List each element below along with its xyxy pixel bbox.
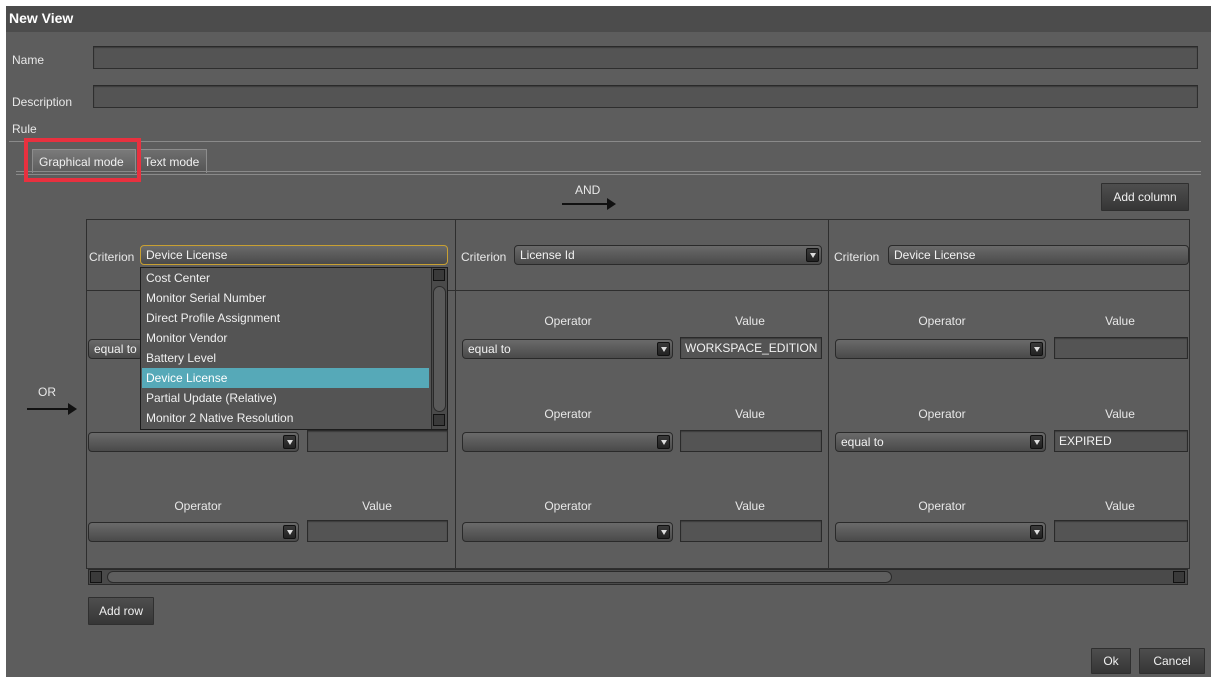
criterion-value: License Id (520, 248, 575, 262)
ok-button[interactable]: Ok (1091, 648, 1131, 674)
value-header: Value (362, 499, 392, 513)
value-input-col2-row2[interactable] (680, 430, 822, 452)
column-divider (828, 219, 829, 569)
operator-select-col2-row3[interactable] (462, 522, 673, 542)
scroll-up-icon[interactable] (433, 269, 445, 281)
value-input-col3-row2[interactable]: EXPIRED (1054, 430, 1188, 452)
value-input-col3-row1[interactable] (1054, 337, 1188, 359)
criterion-label: Criterion (834, 250, 880, 264)
operator-select-col2-row2[interactable] (462, 432, 673, 452)
chevron-down-icon[interactable] (657, 435, 670, 449)
highlight-box (24, 138, 141, 182)
column-divider (455, 219, 456, 569)
tab-text-mode[interactable]: Text mode (137, 149, 207, 173)
criterion-dropdown-list[interactable]: Cost Center Monitor Serial Number Direct… (140, 267, 448, 430)
criterion-value: Device License (894, 248, 976, 262)
operator-select-col2-row1[interactable]: equal to (462, 339, 673, 359)
value-input-col2-row3[interactable] (680, 520, 822, 542)
operator-header: Operator (544, 407, 592, 421)
rule-label: Rule (12, 122, 37, 136)
operator-select-col1-row3[interactable] (88, 522, 299, 542)
chevron-down-icon[interactable] (1030, 435, 1043, 449)
and-arrow-icon (562, 198, 616, 210)
add-row-button[interactable]: Add row (88, 597, 154, 625)
criterion-select-col1[interactable]: Device License (140, 245, 448, 265)
operator-select-col3-row2[interactable]: equal to (835, 432, 1046, 452)
horizontal-scrollbar[interactable] (88, 569, 1188, 585)
cancel-button[interactable]: Cancel (1139, 648, 1205, 674)
operator-header: Operator (918, 499, 966, 513)
dropdown-option[interactable]: Monitor Serial Number (142, 288, 429, 308)
name-label: Name (12, 53, 45, 67)
criterion-label: Criterion (89, 250, 135, 264)
dropdown-option-selected[interactable]: Device License (142, 368, 429, 388)
scroll-down-icon[interactable] (433, 414, 445, 426)
chevron-down-icon[interactable] (1030, 525, 1043, 539)
operator-select-col3-row3[interactable] (835, 522, 1046, 542)
criterion-select-col3[interactable]: Device License (888, 245, 1189, 265)
operator-header: Operator (544, 499, 592, 513)
dropdown-option[interactable]: Monitor 2 Native Resolution (142, 408, 429, 428)
and-label: AND (575, 183, 601, 197)
chevron-down-icon[interactable] (657, 342, 670, 356)
description-input[interactable] (93, 85, 1198, 108)
tab-divider-2 (16, 174, 1201, 175)
value-input-col1-row2[interactable] (307, 430, 448, 452)
value-input-col1-row3[interactable] (307, 520, 448, 542)
chevron-down-icon[interactable] (1030, 342, 1043, 356)
or-label: OR (38, 385, 56, 399)
dialog-title: New View (9, 10, 74, 26)
operator-header: Operator (174, 499, 222, 513)
operator-header: Operator (918, 407, 966, 421)
chevron-down-icon[interactable] (283, 525, 296, 539)
value-input-col2-row1[interactable]: WORKSPACE_EDITION (680, 337, 822, 359)
dropdown-option[interactable]: Direct Profile Assignment (142, 308, 429, 328)
title-bar: New View (6, 6, 1211, 32)
value-header: Value (1105, 407, 1135, 421)
description-label: Description (12, 95, 73, 109)
value-header: Value (1105, 314, 1135, 328)
value-header: Value (735, 499, 765, 513)
or-arrow-icon (27, 403, 77, 415)
dropdown-option[interactable]: Cost Center (142, 268, 429, 288)
tab-divider (16, 171, 1201, 172)
scroll-thumb[interactable] (433, 286, 446, 412)
criterion-label: Criterion (461, 250, 507, 264)
dropdown-scrollbar[interactable] (431, 268, 447, 429)
scroll-right-icon[interactable] (1173, 571, 1185, 583)
chevron-down-icon[interactable] (806, 248, 819, 262)
operator-select-col1-row1[interactable]: equal to (88, 339, 143, 359)
operator-header: Operator (918, 314, 966, 328)
value-input-col3-row3[interactable] (1054, 520, 1188, 542)
operator-value: equal to (468, 342, 511, 356)
dropdown-option[interactable]: Monitor Vendor (142, 328, 429, 348)
scroll-left-icon[interactable] (90, 571, 102, 583)
criterion-value: Device License (146, 248, 228, 262)
dropdown-option[interactable]: Partial Update (Relative) (142, 388, 429, 408)
dropdown-option[interactable]: Battery Level (142, 348, 429, 368)
chevron-down-icon[interactable] (657, 525, 670, 539)
chevron-down-icon[interactable] (283, 435, 296, 449)
rule-divider (9, 141, 1201, 142)
criterion-select-col2[interactable]: License Id (514, 245, 822, 265)
value-header: Value (735, 314, 765, 328)
operator-value: equal to (841, 435, 884, 449)
name-input[interactable] (93, 46, 1198, 69)
scroll-thumb[interactable] (107, 571, 892, 583)
operator-value: equal to (94, 342, 137, 356)
operator-select-col1-row2[interactable] (88, 432, 299, 452)
operator-header: Operator (544, 314, 592, 328)
operator-select-col3-row1[interactable] (835, 339, 1046, 359)
value-header: Value (1105, 499, 1135, 513)
add-column-button[interactable]: Add column (1101, 183, 1189, 211)
value-header: Value (735, 407, 765, 421)
